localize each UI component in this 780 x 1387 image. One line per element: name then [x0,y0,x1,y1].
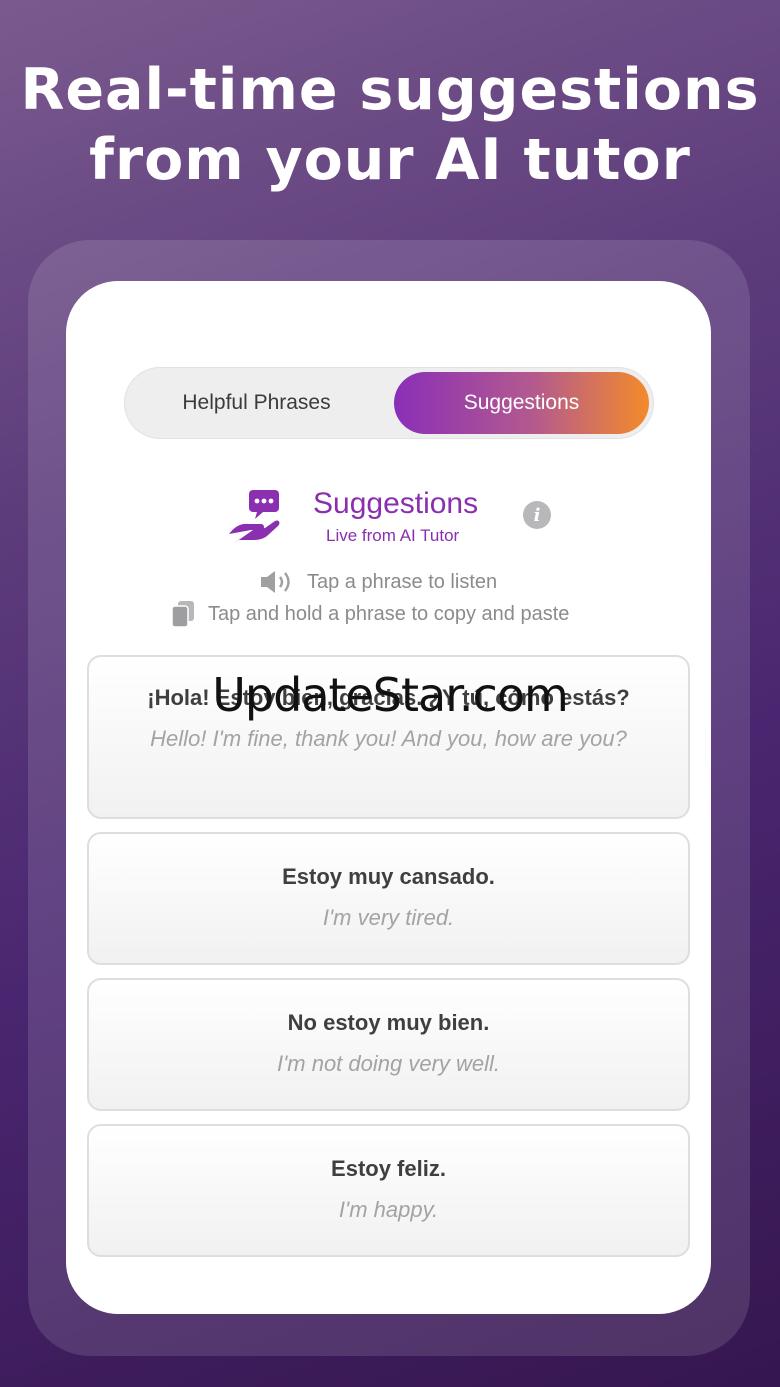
hint-copy-text: Tap and hold a phrase to copy and paste [208,602,570,625]
phrase-spanish: No estoy muy bien. [287,1010,490,1035]
headline-line-2: from your AI tutor [89,127,691,193]
tab-suggestions[interactable]: Suggestions [394,372,649,434]
phrase-card[interactable]: ¡Hola! Estoy bien, gracias. ¿Y tú, cómo … [87,655,690,819]
phrase-spanish: ¡Hola! Estoy bien, gracias. ¿Y tú, cómo … [147,685,630,710]
speaker-icon [261,571,290,593]
phrase-card[interactable]: Estoy feliz. I'm happy. [87,1124,690,1257]
section-subtitle: Live from AI Tutor [326,526,460,545]
hint-copy: Tap and hold a phrase to copy and paste [170,600,569,628]
headline-line-1: Real-time suggestions [20,57,760,123]
hint-listen-text: Tap a phrase to listen [307,570,498,593]
phrase-english: I'm happy. [338,1197,439,1222]
tab-switcher: Helpful Phrases Suggestions [124,367,654,439]
phrase-card[interactable]: No estoy muy bien. I'm not doing very we… [87,978,690,1111]
chat-hand-icon [229,490,280,544]
info-icon[interactable]: i [523,501,551,529]
headline: Real-time suggestions from your AI tutor [0,55,780,195]
phrase-english: I'm not doing very well. [276,1051,501,1076]
copy-icon [171,601,194,628]
phrase-english: I'm very tired. [322,905,455,930]
section-title: Suggestions [313,487,479,520]
phrase-spanish: Estoy muy cansado. [282,864,495,889]
tab-helpful-phrases[interactable]: Helpful Phrases [129,372,384,434]
phrase-spanish: Estoy feliz. [331,1156,446,1181]
hint-listen: Tap a phrase to listen [259,569,497,595]
phrase-card[interactable]: Estoy muy cansado. I'm very tired. [87,832,690,965]
phrase-english: Hello! I'm fine, thank you! And you, how… [150,726,627,751]
